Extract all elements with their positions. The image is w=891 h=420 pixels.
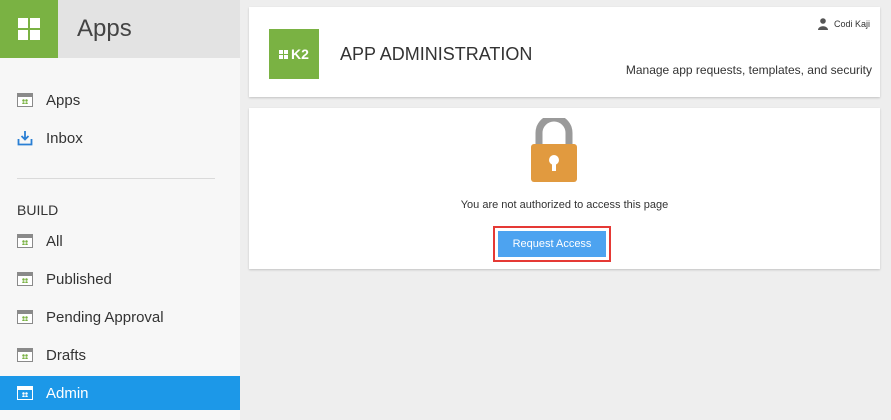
sidebar-item-drafts[interactable]: Drafts xyxy=(0,338,240,372)
page-header: K2 APP ADMINISTRATION Codi Kaji Manage a… xyxy=(249,7,880,97)
grid-icon xyxy=(18,18,40,40)
sidebar: Apps Apps Inbox BUILD All Published Pend… xyxy=(0,0,240,420)
sidebar-item-label: Inbox xyxy=(46,129,83,147)
apps-menu-button[interactable] xyxy=(0,0,58,58)
sidebar-item-label: Apps xyxy=(46,91,81,109)
request-access-highlight: Request Access xyxy=(493,226,611,262)
k2-logo-text: K2 xyxy=(291,46,309,62)
k2-logo: K2 xyxy=(269,29,319,79)
grid-icon xyxy=(279,49,289,59)
app-icon xyxy=(17,386,33,400)
request-access-button[interactable]: Request Access xyxy=(498,231,606,257)
page-subtitle: Manage app requests, templates, and secu… xyxy=(625,63,872,77)
lock-icon xyxy=(531,118,577,182)
sidebar-item-pending-approval[interactable]: Pending Approval xyxy=(0,300,240,334)
access-denied-panel: You are not authorized to access this pa… xyxy=(249,108,880,269)
user-icon xyxy=(817,18,828,30)
sidebar-item-label: Pending Approval xyxy=(46,308,164,326)
sidebar-item-label: All xyxy=(46,232,63,250)
sidebar-item-label: Drafts xyxy=(46,346,87,364)
sidebar-item-admin[interactable]: Admin xyxy=(0,376,240,410)
sidebar-item-published[interactable]: Published xyxy=(0,262,240,296)
user-menu[interactable]: Codi Kaji xyxy=(817,18,870,30)
divider xyxy=(17,178,215,179)
app-icon xyxy=(17,348,33,362)
unauthorized-message: You are not authorized to access this pa… xyxy=(460,199,669,211)
sidebar-item-label: Published xyxy=(46,270,112,288)
sidebar-item-label: Admin xyxy=(46,384,89,402)
user-name: Codi Kaji xyxy=(833,19,870,29)
sidebar-item-apps[interactable]: Apps xyxy=(0,83,240,117)
app-icon xyxy=(17,93,33,107)
sidebar-item-all[interactable]: All xyxy=(0,224,240,258)
app-icon xyxy=(17,272,33,286)
app-icon xyxy=(17,234,33,248)
sidebar-item-inbox[interactable]: Inbox xyxy=(0,121,240,155)
app-icon xyxy=(17,310,33,324)
sidebar-title: Apps xyxy=(77,15,132,42)
build-section-label: BUILD xyxy=(17,202,59,218)
inbox-icon xyxy=(17,131,33,146)
page-title: APP ADMINISTRATION xyxy=(340,44,533,64)
sidebar-header: Apps xyxy=(0,0,240,58)
